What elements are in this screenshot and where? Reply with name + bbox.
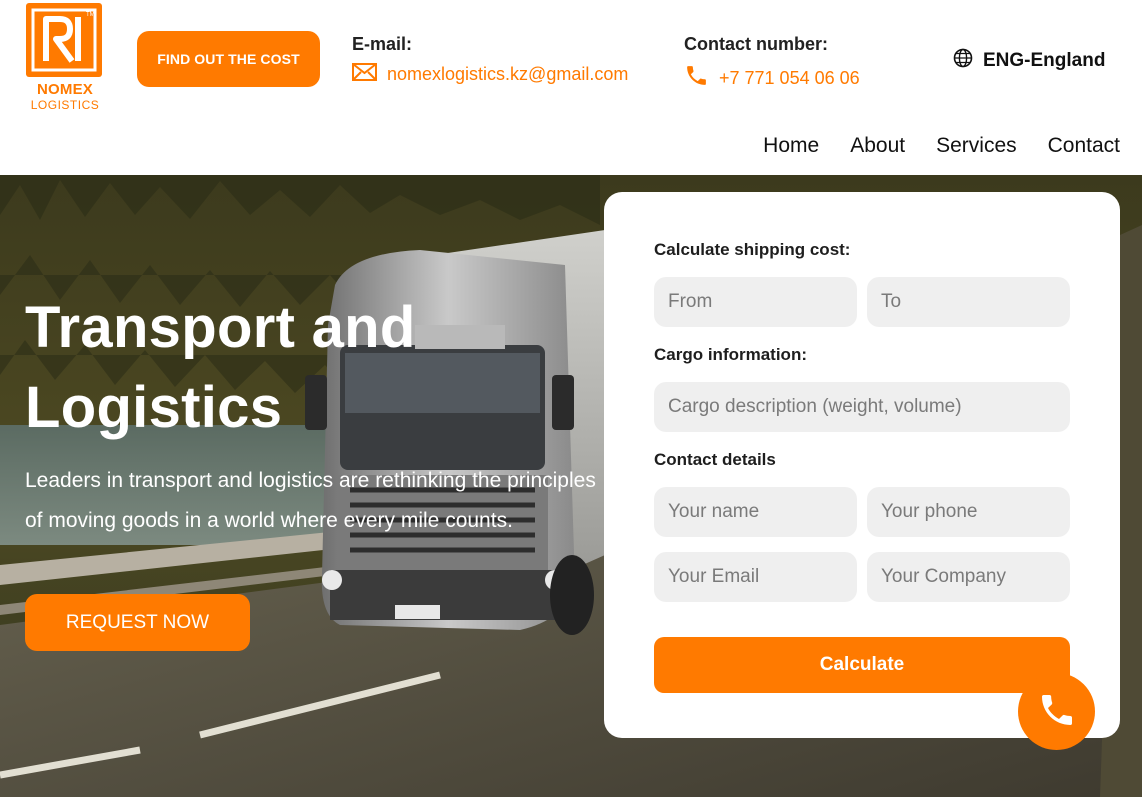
email-input[interactable]: [654, 552, 857, 602]
find-out-cost-button[interactable]: FIND OUT THE COST: [137, 31, 320, 87]
phone-value: +7 771 054 06 06: [719, 67, 860, 88]
email-block: E-mail: nomexlogistics.kz@gmail.com: [352, 34, 628, 86]
nav-contact[interactable]: Contact: [1048, 134, 1120, 158]
cargo-info-label: Cargo information:: [654, 345, 807, 364]
logo-mark: TM: [26, 3, 102, 77]
contact-details-label: Contact details: [654, 450, 776, 469]
company-input[interactable]: [867, 552, 1070, 602]
to-input[interactable]: [867, 277, 1070, 327]
envelope-icon: [352, 63, 377, 86]
name-input[interactable]: [654, 487, 857, 537]
phone-label: Contact number:: [684, 34, 828, 54]
cargo-description-input[interactable]: [654, 382, 1070, 432]
hero-title: Transport and Logistics: [25, 295, 416, 440]
language-selector[interactable]: ENG-England: [953, 48, 1105, 74]
shipping-cost-form: Calculate shipping cost: Cargo informati…: [604, 192, 1120, 738]
calculate-button[interactable]: Calculate: [654, 637, 1070, 693]
email-link[interactable]: nomexlogistics.kz@gmail.com: [352, 63, 628, 86]
floating-call-button[interactable]: [1018, 673, 1095, 750]
main-nav: Home About Services Contact: [763, 134, 1120, 158]
nav-services[interactable]: Services: [936, 134, 1017, 158]
nav-about[interactable]: About: [850, 134, 905, 158]
request-now-button[interactable]: REQUEST NOW: [25, 594, 250, 651]
from-input[interactable]: [654, 277, 857, 327]
hero-description: Leaders in transport and logistics are r…: [25, 469, 596, 532]
email-value: nomexlogistics.kz@gmail.com: [387, 64, 629, 84]
phone-link[interactable]: +7 771 054 06 06: [684, 63, 860, 93]
globe-icon: [953, 48, 973, 74]
logo-subtitle: LOGISTICS: [30, 98, 100, 112]
logo-name: NOMEX: [36, 81, 93, 98]
shipping-cost-label: Calculate shipping cost:: [654, 240, 851, 259]
language-label: ENG-England: [983, 50, 1106, 71]
svg-text:TM: TM: [86, 12, 95, 18]
site-header: TM NOMEX LOGISTICS FIND OUT THE COST E-m…: [0, 0, 1142, 175]
logo[interactable]: TM NOMEX LOGISTICS: [26, 3, 104, 112]
email-label: E-mail:: [352, 34, 413, 54]
phone-icon: [684, 63, 709, 93]
nav-home[interactable]: Home: [763, 134, 819, 158]
phone-block: Contact number: +7 771 054 06 06: [684, 34, 860, 93]
phone-input[interactable]: [867, 487, 1070, 537]
phone-icon: [1037, 690, 1077, 733]
